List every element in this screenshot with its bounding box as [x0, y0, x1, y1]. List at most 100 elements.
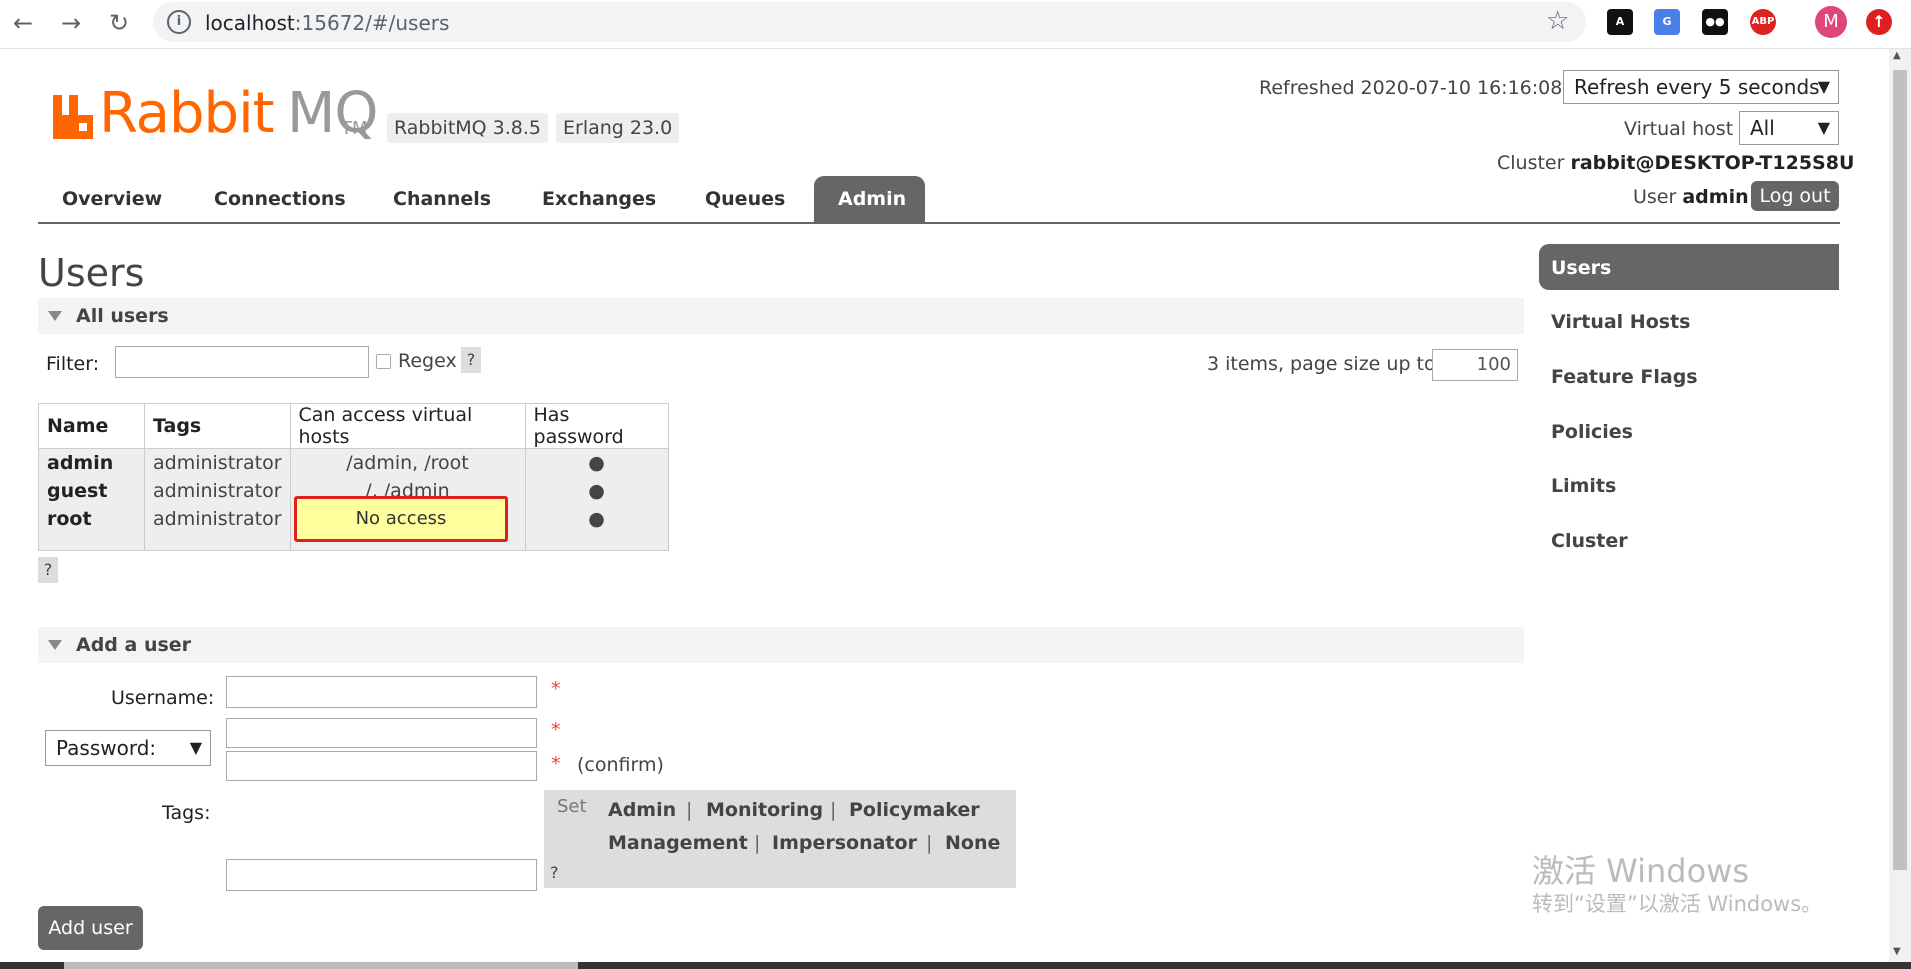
tag-set-label: Set — [557, 796, 587, 817]
address-bar[interactable]: i localhost:15672/#/users ☆ — [153, 2, 1586, 42]
adblock-icon[interactable]: ABP — [1750, 9, 1776, 35]
tag-option-none[interactable]: None — [945, 832, 1000, 854]
url-text[interactable]: localhost:15672/#/users — [205, 11, 449, 35]
column-header-tags[interactable]: Tags — [144, 403, 291, 449]
tag-option-management[interactable]: Management — [608, 832, 748, 854]
user-tags: administrator — [144, 448, 291, 477]
nav-policies[interactable]: Policies — [1551, 421, 1633, 443]
tag-separator: | — [830, 799, 837, 821]
horizontal-scrollbar[interactable] — [0, 962, 1911, 969]
tab-overview[interactable]: Overview — [38, 176, 186, 222]
table-row[interactable]: admin administrator /admin, /root ● — [38, 448, 669, 477]
has-password-dot: ● — [524, 448, 669, 477]
password-confirm-input[interactable] — [226, 751, 537, 781]
page-size-input[interactable]: 100 — [1432, 349, 1518, 381]
column-header-name[interactable]: Name — [38, 403, 145, 449]
password-type-select[interactable]: Password: ▼ — [45, 730, 211, 766]
back-icon[interactable]: ← — [6, 6, 40, 40]
items-count-label: 3 items, page size up to — [1207, 353, 1436, 375]
required-mark: * — [551, 719, 561, 741]
dropdown-caret-icon: ▼ — [1817, 118, 1830, 137]
password-input[interactable] — [226, 718, 537, 748]
tab-connections[interactable]: Connections — [190, 176, 370, 222]
nav-users[interactable]: Users — [1551, 257, 1611, 279]
regex-checkbox[interactable] — [376, 354, 391, 369]
nav-limits[interactable]: Limits — [1551, 475, 1616, 497]
tag-option-monitoring[interactable]: Monitoring — [706, 799, 823, 821]
tag-separator: | — [926, 832, 933, 854]
extension-icon-glasses[interactable]: ●● — [1702, 9, 1728, 35]
table-header-row: Name Tags Can access virtual hosts Has p… — [38, 403, 669, 449]
erlang-version-badge: Erlang 23.0 — [556, 113, 680, 143]
bookmark-star-icon[interactable]: ☆ — [1546, 6, 1569, 36]
regex-label: Regex — [398, 350, 457, 372]
has-password-dot: ● — [524, 505, 669, 551]
tags-label: Tags: — [162, 802, 211, 824]
virtual-host-select[interactable]: All ▼ — [1739, 111, 1839, 145]
username-input[interactable] — [226, 676, 537, 708]
current-user-info: User admin — [1633, 186, 1749, 208]
extension-icon-a[interactable]: A — [1607, 9, 1633, 35]
collapse-triangle-icon[interactable] — [48, 640, 62, 650]
username-label: Username: — [111, 687, 215, 709]
refreshed-timestamp: Refreshed 2020-07-10 16:16:08 — [1259, 77, 1563, 99]
info-icon[interactable]: i — [167, 10, 191, 34]
tag-picker: Set Admin | Monitoring | Policymaker Man… — [544, 790, 1016, 888]
tag-option-admin[interactable]: Admin — [608, 799, 676, 821]
required-mark: * — [551, 678, 561, 700]
tab-admin[interactable]: Admin — [814, 176, 925, 222]
add-user-title[interactable]: Add a user — [76, 634, 191, 656]
logout-button[interactable]: Log out — [1751, 181, 1839, 211]
update-icon[interactable]: ↑ — [1866, 9, 1892, 35]
all-users-section-header[interactable] — [38, 298, 1524, 334]
virtual-host-label: Virtual host — [1624, 118, 1734, 140]
tag-option-impersonator[interactable]: Impersonator — [772, 832, 917, 854]
scroll-down-arrow-icon[interactable]: ▼ — [1893, 946, 1901, 957]
table-help-button[interactable]: ? — [38, 557, 58, 583]
user-vhosts: /admin, /root — [289, 448, 526, 477]
tab-channels[interactable]: Channels — [369, 176, 515, 222]
tab-queues[interactable]: Queues — [681, 176, 809, 222]
tab-exchanges[interactable]: Exchanges — [518, 176, 680, 222]
profile-avatar[interactable]: M — [1815, 6, 1847, 38]
filter-label: Filter: — [46, 353, 100, 375]
required-mark: * — [551, 753, 561, 775]
user-name-link[interactable]: guest — [38, 477, 145, 505]
filter-input[interactable] — [115, 346, 369, 378]
user-tags: administrator — [144, 505, 291, 551]
user-name-link[interactable]: root — [38, 505, 145, 551]
add-user-button[interactable]: Add user — [38, 906, 143, 950]
user-name-link[interactable]: admin — [38, 448, 145, 477]
nav-virtual-hosts[interactable]: Virtual Hosts — [1551, 311, 1690, 333]
dropdown-caret-icon: ▼ — [1817, 77, 1830, 96]
refresh-interval-select[interactable]: Refresh every 5 seconds ▼ — [1563, 70, 1839, 104]
page-title: Users — [38, 251, 145, 295]
tab-underline — [38, 222, 1840, 224]
logo-text-rabbit: Rabbit — [99, 81, 275, 146]
current-user-name: admin — [1682, 186, 1749, 208]
column-header-vhosts[interactable]: Can access virtual hosts — [289, 403, 526, 449]
scroll-up-arrow-icon[interactable]: ▲ — [1893, 50, 1901, 61]
tags-help-button[interactable]: ? — [550, 863, 559, 882]
tags-input[interactable] — [226, 859, 537, 891]
add-user-section-header[interactable] — [38, 627, 1524, 663]
regex-help-button[interactable]: ? — [461, 347, 481, 373]
has-password-dot: ● — [524, 477, 669, 505]
column-header-has-password[interactable]: Has password — [524, 403, 669, 449]
collapse-triangle-icon[interactable] — [48, 311, 62, 321]
all-users-title[interactable]: All users — [76, 305, 169, 327]
reload-icon[interactable]: ↻ — [102, 6, 136, 40]
forward-icon[interactable]: → — [54, 6, 88, 40]
windows-activation-watermark: 激活 Windows — [1532, 852, 1750, 890]
logo-trademark: TM — [341, 118, 368, 139]
vertical-scrollbar-thumb[interactable] — [1893, 70, 1907, 870]
translate-extension-icon[interactable]: G — [1654, 9, 1680, 35]
horizontal-scrollbar-thumb[interactable] — [64, 962, 578, 969]
nav-feature-flags[interactable]: Feature Flags — [1551, 366, 1698, 388]
rabbitmq-version-badge: RabbitMQ 3.8.5 — [387, 113, 549, 143]
rabbit-logo-icon — [53, 95, 93, 139]
tag-option-policymaker[interactable]: Policymaker — [849, 799, 980, 821]
nav-cluster[interactable]: Cluster — [1551, 530, 1628, 552]
confirm-label: (confirm) — [577, 754, 664, 776]
user-tags: administrator — [144, 477, 291, 505]
